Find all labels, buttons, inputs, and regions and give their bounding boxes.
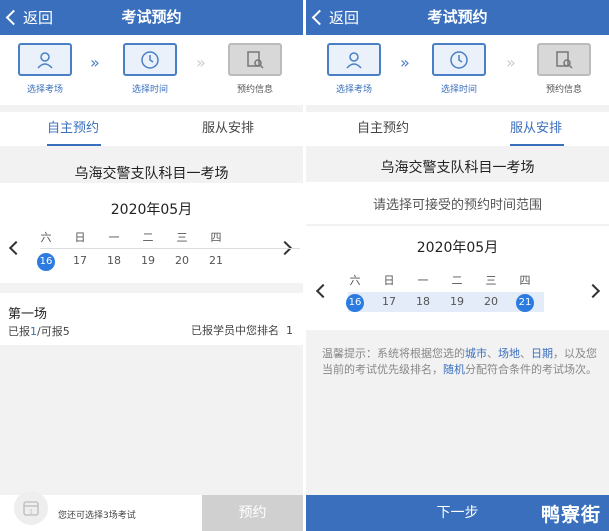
remaining-exams-text: 您还可选择3场考试 <box>58 511 136 521</box>
session-capacity: 已报1/可报5 <box>8 325 70 338</box>
step-select-venue: 选择考场 <box>17 43 73 95</box>
step-select-time: 选择时间 <box>431 43 487 95</box>
weekday: 三 <box>485 274 497 287</box>
venue-name: 乌海交警支队科目一考场 <box>380 160 535 176</box>
weekday: 三 <box>176 231 188 244</box>
date-cell-selected[interactable]: 16 <box>29 252 63 271</box>
weekday: 一 <box>108 231 120 244</box>
weekday-row: 六 日 一 二 三 四 <box>29 229 233 245</box>
session-item[interactable]: 第一场 已报1/可报5 已报学员中您排名 1 <box>0 293 303 345</box>
user-icon <box>346 51 362 69</box>
footer-bar: 1 您还可选择3场考试 预约 <box>0 491 303 531</box>
double-chevron-icon: » <box>196 53 206 72</box>
range-end-date[interactable]: 21 <box>508 293 542 312</box>
step-label: 选择时间 <box>131 85 168 95</box>
book-button[interactable]: 预约 <box>202 495 303 531</box>
calendar-icon: 1 <box>23 501 39 516</box>
weekday: 六 <box>349 274 361 287</box>
session-name: 第一场 <box>8 307 48 322</box>
session-rank: 已报学员中您排名 1 <box>191 324 293 337</box>
next-step-button[interactable]: 下一步 鸭寮街 <box>306 495 609 531</box>
date-row: 16 17 18 19 20 21 <box>338 293 542 312</box>
date-cell[interactable]: 20 <box>165 252 199 270</box>
right-screen: 返回 考试预约 选择考场 » 选择时间 » 预约信息 自主预约 服从安排 乌海交… <box>306 0 609 531</box>
document-search-icon <box>247 50 264 69</box>
weekday-row: 六 日 一 二 三 四 <box>338 272 542 288</box>
weekday: 四 <box>519 274 531 287</box>
user-icon <box>37 51 53 69</box>
step-booking-info: 预约信息 <box>536 43 592 95</box>
step-label: 选择考场 <box>335 85 372 95</box>
header-bar: 返回 考试预约 <box>306 0 609 35</box>
step-label: 预约信息 <box>236 85 273 95</box>
divider <box>40 248 300 249</box>
weekday: 二 <box>451 274 463 287</box>
left-screen: 返回 考试预约 选择考场 » 选择时间 » 预约信息 自主预约 服从安排 乌海交… <box>0 0 303 531</box>
tab-bar: 自主预约 服从安排 <box>306 112 609 146</box>
tab-self-booking[interactable]: 自主预约 <box>357 112 409 146</box>
prev-week-chevron-icon[interactable] <box>315 283 331 299</box>
tab-assigned[interactable]: 服从安排 <box>202 112 254 146</box>
tab-self-booking[interactable]: 自主预约 <box>47 112 101 146</box>
date-cell[interactable]: 17 <box>63 252 97 270</box>
calendar-badge: 1 <box>14 491 48 525</box>
weekday: 日 <box>383 274 395 287</box>
watermark: 鸭寮街 <box>540 504 601 526</box>
date-cell[interactable]: 19 <box>440 293 474 311</box>
venue-name: 乌海交警支队科目一考场 <box>74 166 229 182</box>
tab-bar: 自主预约 服从安排 <box>0 112 303 146</box>
double-chevron-icon: » <box>506 53 516 72</box>
date-cell[interactable]: 21 <box>199 252 233 270</box>
header-bar: 返回 考试预约 <box>0 0 303 35</box>
page-title: 考试预约 <box>121 8 182 26</box>
range-prompt-row: 请选择可接受的预约时间范围 <box>306 182 609 224</box>
weekday: 六 <box>40 231 52 244</box>
weekday: 日 <box>74 231 86 244</box>
document-search-icon <box>556 50 573 69</box>
step-booking-info: 预约信息 <box>227 43 283 95</box>
step-label: 预约信息 <box>545 85 582 95</box>
clock-icon <box>141 50 159 69</box>
double-chevron-icon: » <box>90 53 100 72</box>
weekday: 四 <box>210 231 222 244</box>
weekday: 二 <box>142 231 154 244</box>
step-label: 选择时间 <box>440 85 477 95</box>
step-select-time: 选择时间 <box>122 43 178 95</box>
date-cell[interactable]: 20 <box>474 293 508 311</box>
date-picker: 2020年05月 六 日 一 二 三 四 16 17 18 19 20 21 <box>306 226 609 330</box>
date-cell[interactable]: 19 <box>131 252 165 270</box>
step-indicator: 选择考场 » 选择时间 » 预约信息 <box>0 35 303 105</box>
date-row: 16 17 18 19 20 21 <box>29 252 233 271</box>
prev-week-chevron-icon[interactable] <box>8 240 24 256</box>
range-prompt: 请选择可接受的预约时间范围 <box>372 198 542 213</box>
weekday: 一 <box>417 274 429 287</box>
month-label: 2020年05月 <box>416 240 499 256</box>
range-start-date[interactable]: 16 <box>338 293 372 312</box>
date-cell[interactable]: 18 <box>406 293 440 311</box>
clock-icon <box>450 50 468 69</box>
tab-assigned[interactable]: 服从安排 <box>510 112 564 146</box>
double-chevron-icon: » <box>400 53 410 72</box>
date-cell[interactable]: 18 <box>97 252 131 270</box>
step-select-venue: 选择考场 <box>326 43 382 95</box>
page-title: 考试预约 <box>427 8 488 26</box>
step-indicator: 选择考场 » 选择时间 » 预约信息 <box>306 35 609 105</box>
tip-text: 温馨提示：系统将根据您选的城市、场地、日期，以及您当前的考试优先级排名，随机分配… <box>322 347 597 376</box>
svg-text:1: 1 <box>29 509 33 516</box>
step-label: 选择考场 <box>26 85 63 95</box>
next-week-chevron-icon[interactable] <box>585 283 601 299</box>
month-label: 2020年05月 <box>110 202 193 218</box>
date-cell[interactable]: 17 <box>372 293 406 311</box>
date-picker: 2020年05月 六 日 一 二 三 四 16 17 18 19 20 21 <box>0 183 303 283</box>
